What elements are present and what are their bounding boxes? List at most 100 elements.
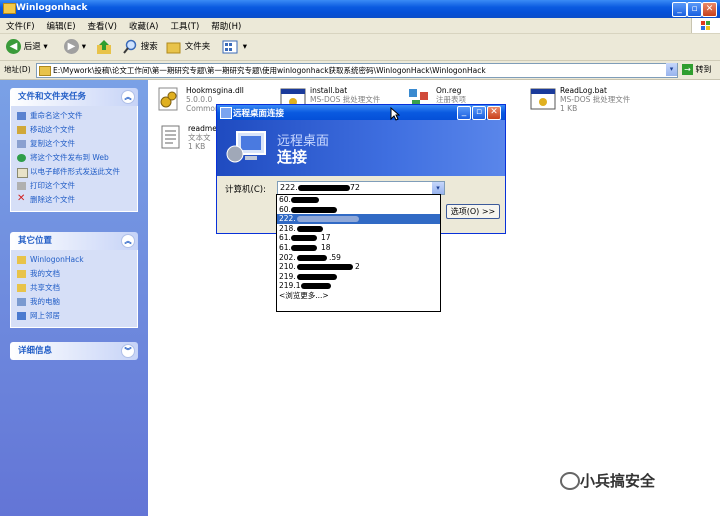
- menu-edit[interactable]: 编辑(E): [41, 18, 82, 34]
- folder-icon: [17, 256, 26, 264]
- dropdown-item-browse[interactable]: <浏览更多...>: [277, 291, 440, 301]
- redaction: [291, 235, 317, 242]
- menu-tools[interactable]: 工具(T): [164, 18, 205, 34]
- task-email[interactable]: 以电子邮件形式发送此文件: [11, 165, 137, 179]
- window-title-bar[interactable]: Winlogonhack _ ▫ ✕: [0, 0, 720, 18]
- banner-line-2: 连接: [277, 148, 308, 166]
- minimize-button[interactable]: _: [672, 2, 687, 17]
- delete-x-icon: ✕: [17, 193, 26, 204]
- computer-icon: [17, 298, 26, 306]
- go-button[interactable]: → 转到: [682, 63, 712, 76]
- folders-icon: [166, 42, 181, 53]
- dropdown-item[interactable]: 61. 18: [277, 243, 440, 253]
- task-print[interactable]: 打印这个文件: [11, 179, 137, 193]
- forward-arrow-icon: ▶: [64, 39, 79, 54]
- printer-icon: [17, 182, 26, 190]
- combobox-dropdown-button[interactable]: ▾: [432, 182, 444, 194]
- collapse-chevron-icon[interactable]: ︽: [121, 234, 135, 248]
- computer-label: 计算机(C):: [225, 185, 266, 195]
- dropdown-item[interactable]: 60.: [277, 205, 440, 215]
- dialog-close-button[interactable]: ✕: [487, 106, 501, 120]
- folders-button[interactable]: 文件夹: [166, 38, 210, 56]
- dropdown-item[interactable]: 210. 2: [277, 262, 440, 272]
- task-rename[interactable]: 重命名这个文件: [11, 109, 137, 123]
- dialog-title-bar[interactable]: 远程桌面连接 _ ▫ ✕: [217, 105, 505, 120]
- redaction: [291, 197, 319, 203]
- dropdown-item[interactable]: 219.: [277, 272, 440, 282]
- wechat-logo-icon: [560, 472, 580, 490]
- task-publish-web[interactable]: 将这个文件发布到 Web: [11, 151, 137, 165]
- explorer-task-pane: 文件和文件夹任务 ︽ 重命名这个文件 移动这个文件 复制这个文件 将这个文件发布到…: [0, 80, 148, 516]
- dropdown-item[interactable]: 61. 17: [277, 233, 440, 243]
- dialog-banner: 远程桌面 连接: [217, 120, 505, 176]
- text-file-icon: [161, 125, 180, 149]
- menu-view[interactable]: 查看(V): [82, 18, 123, 34]
- remote-computer-icon: [226, 131, 266, 163]
- folder-icon: [3, 3, 16, 14]
- toolbar: ◀ 后退 ▾ ▶ ▾ 搜索 文件夹 ▾: [0, 34, 720, 61]
- back-button[interactable]: ◀ 后退 ▾: [6, 38, 48, 56]
- redaction: [301, 283, 331, 290]
- file-folder-tasks-panel: 文件和文件夹任务 ︽ 重命名这个文件 移动这个文件 复制这个文件 将这个文件发布到…: [10, 88, 138, 212]
- computer-dropdown-list: 60. 60. 222. 218. 61. 17 61. 18 202. .59 21…: [276, 194, 441, 312]
- globe-icon: [17, 154, 26, 162]
- go-arrow-icon: →: [682, 64, 693, 75]
- redaction: [297, 216, 359, 223]
- search-button[interactable]: 搜索: [122, 38, 158, 56]
- move-icon: [17, 126, 26, 134]
- redaction: [297, 273, 337, 280]
- up-folder-button[interactable]: [96, 38, 112, 56]
- close-button[interactable]: ✕: [702, 2, 717, 17]
- place-winlogonhack[interactable]: WinlogonHack: [11, 253, 137, 267]
- batch-icon: [530, 88, 556, 110]
- up-folder-icon: [97, 39, 111, 54]
- copy-icon: [17, 140, 26, 148]
- folder-icon: [39, 66, 51, 76]
- dropdown-item[interactable]: 202. .59: [277, 253, 440, 263]
- place-network[interactable]: 网上邻居: [11, 309, 137, 323]
- address-dropdown-button[interactable]: ▾: [666, 63, 677, 76]
- other-places-header[interactable]: 其它位置 ︽: [10, 232, 138, 250]
- dialog-minimize-button[interactable]: _: [457, 106, 471, 120]
- task-delete[interactable]: ✕ 删除这个文件: [11, 193, 137, 207]
- dropdown-item[interactable]: 218.: [277, 224, 440, 234]
- computer-combobox[interactable]: 222. 72 ▾: [277, 181, 445, 195]
- redaction: [297, 184, 350, 191]
- menu-favorites[interactable]: 收藏(A): [123, 18, 164, 34]
- forward-button[interactable]: ▶ ▾: [64, 38, 86, 56]
- dll-gear-icon: [158, 87, 178, 111]
- place-shared-documents[interactable]: 共享文档: [11, 281, 137, 295]
- search-icon: [123, 39, 137, 54]
- expand-chevron-icon[interactable]: ︾: [121, 344, 135, 358]
- dropdown-item[interactable]: 219.1: [277, 281, 440, 291]
- options-button[interactable]: 选项(O) >>: [446, 204, 500, 219]
- views-icon: [222, 40, 238, 53]
- place-my-computer[interactable]: 我的电脑: [11, 295, 137, 309]
- redaction: [297, 254, 327, 261]
- dropdown-item-selected[interactable]: 222.: [277, 214, 440, 224]
- collapse-chevron-icon[interactable]: ︽: [121, 90, 135, 104]
- redaction: [297, 264, 353, 271]
- task-copy[interactable]: 复制这个文件: [11, 137, 137, 151]
- task-move[interactable]: 移动这个文件: [11, 123, 137, 137]
- details-header[interactable]: 详细信息 ︾: [10, 342, 138, 360]
- address-label: 地址(D): [4, 65, 31, 74]
- remote-desktop-icon: [220, 107, 232, 119]
- address-input[interactable]: E:\Mywork\投稿\论文工作间\第一期研究专题\第一期研究专题\使用win…: [36, 63, 678, 78]
- file-folder-tasks-header[interactable]: 文件和文件夹任务 ︽: [10, 88, 138, 106]
- dropdown-item[interactable]: 60.: [277, 195, 440, 205]
- watermark-text: 小兵搞安全: [580, 472, 656, 490]
- window-title: Winlogonhack: [16, 3, 88, 13]
- rename-icon: [17, 112, 26, 120]
- views-button[interactable]: ▾: [222, 38, 247, 56]
- windows-logo-icon: [691, 18, 720, 33]
- network-icon: [17, 312, 26, 320]
- menu-bar: 文件(F) 编辑(E) 查看(V) 收藏(A) 工具(T) 帮助(H): [0, 18, 720, 34]
- maximize-button[interactable]: ▫: [687, 2, 702, 17]
- menu-help[interactable]: 帮助(H): [205, 18, 247, 34]
- menu-file[interactable]: 文件(F): [0, 18, 41, 34]
- shared-folder-icon: [17, 284, 26, 292]
- place-my-documents[interactable]: 我的文档: [11, 267, 137, 281]
- dialog-maximize-button[interactable]: ▫: [472, 106, 486, 120]
- details-panel: 详细信息 ︾: [10, 342, 138, 360]
